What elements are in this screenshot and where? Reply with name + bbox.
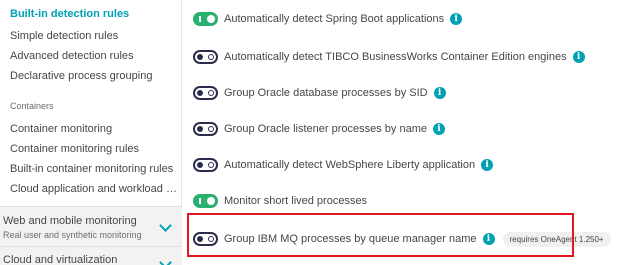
sidebar-item-built-in-detection-rules[interactable]: Built-in detection rules <box>10 8 180 20</box>
group-title: Cloud and virtualization <box>3 254 118 265</box>
toggle-switch[interactable] <box>193 86 218 100</box>
toggle-switch[interactable] <box>193 158 218 172</box>
sidebar-item-container-monitoring[interactable]: Container monitoring <box>10 123 180 135</box>
rule-label: Automatically detect Spring Boot applica… <box>224 13 445 25</box>
rule-row: Monitor short lived processes <box>193 191 367 211</box>
rule-row: Group Oracle listener processes by name … <box>193 119 445 139</box>
info-icon[interactable]: i <box>481 159 494 171</box>
sidebar-item-cloud-application-detection[interactable]: Cloud application and workload detec... <box>10 183 180 195</box>
rule-label: Automatically detect TIBCO BusinessWorks… <box>224 51 567 63</box>
rule-row: Group Oracle database processes by SID i <box>193 83 446 103</box>
toggle-switch[interactable] <box>193 50 218 64</box>
sidebar-item-simple-detection-rules[interactable]: Simple detection rules <box>10 30 180 42</box>
sidebar-group-web-and-mobile-monitoring[interactable]: Web and mobile monitoring Real user and … <box>0 206 182 246</box>
sidebar: Built-in detection rules Simple detectio… <box>0 0 182 265</box>
group-title: Web and mobile monitoring <box>3 215 137 227</box>
highlight-box <box>187 213 574 257</box>
chevron-down-icon[interactable] <box>159 219 172 232</box>
rule-label: Group Oracle listener processes by name <box>224 123 427 135</box>
toggle-switch[interactable] <box>193 122 218 136</box>
rule-row: Automatically detect TIBCO BusinessWorks… <box>193 47 585 67</box>
toggle-switch[interactable] <box>193 12 218 26</box>
toggle-switch[interactable] <box>193 194 218 208</box>
rule-row: Automatically detect Spring Boot applica… <box>193 9 463 29</box>
rule-row: Automatically detect WebSphere Liberty a… <box>193 155 494 175</box>
sidebar-item-built-in-container-monitoring-rules[interactable]: Built-in container monitoring rules <box>10 163 180 175</box>
info-icon[interactable]: i <box>433 87 446 99</box>
info-icon[interactable]: i <box>572 51 585 63</box>
sidebar-item-advanced-detection-rules[interactable]: Advanced detection rules <box>10 50 180 62</box>
containers-heading: Containers <box>10 101 54 111</box>
rule-label: Automatically detect WebSphere Liberty a… <box>224 159 476 171</box>
info-icon[interactable]: i <box>432 123 445 135</box>
rule-label: Group Oracle database processes by SID <box>224 87 428 99</box>
sidebar-item-container-monitoring-rules[interactable]: Container monitoring rules <box>10 143 180 155</box>
group-subtitle: Real user and synthetic monitoring <box>3 230 142 240</box>
sidebar-item-declarative-process-grouping[interactable]: Declarative process grouping <box>10 70 180 82</box>
info-icon[interactable]: i <box>450 13 463 25</box>
sidebar-group-cloud-and-virtualization[interactable]: Cloud and virtualization <box>0 246 182 265</box>
rule-label: Monitor short lived processes <box>224 195 368 207</box>
chevron-down-icon[interactable] <box>159 256 172 265</box>
